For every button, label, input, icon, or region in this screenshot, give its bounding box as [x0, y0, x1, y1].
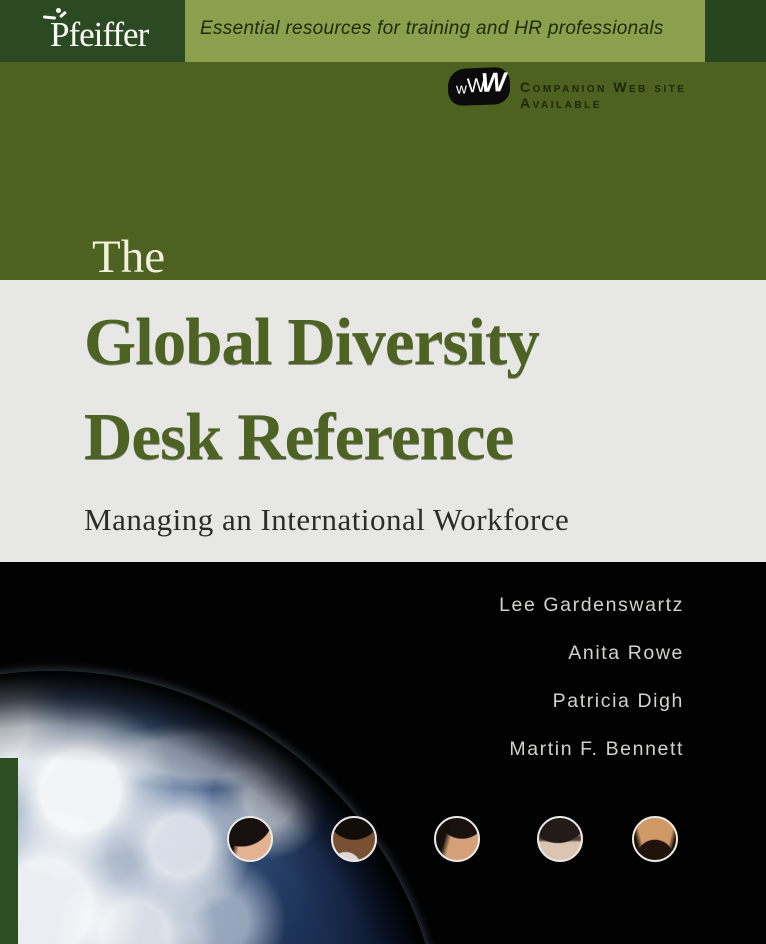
portrait-photo-1	[227, 816, 273, 862]
publisher-block: Pfeiffer	[0, 0, 185, 62]
author-name: Patricia Digh	[499, 687, 684, 735]
www-icon: w W W	[447, 67, 510, 106]
book-title-line2: Desk Reference	[84, 399, 513, 476]
book-cover: Pfeiffer Essential resources for trainin…	[0, 0, 766, 944]
top-banner: Pfeiffer Essential resources for trainin…	[0, 0, 766, 62]
author-name: Anita Rowe	[499, 639, 684, 687]
title-band: Global Diversity Desk Reference Managing…	[0, 280, 766, 562]
author-list: Lee Gardenswartz Anita Rowe Patricia Dig…	[499, 591, 684, 783]
lower-section: Lee Gardenswartz Anita Rowe Patricia Dig…	[0, 562, 766, 944]
portrait-photo-2	[331, 816, 377, 862]
olive-band: w W W Companion Web site Available The	[0, 62, 766, 280]
companion-website-label: Companion Web site Available	[520, 79, 766, 111]
portrait-photo-5	[632, 816, 678, 862]
corner-block	[705, 0, 766, 62]
portrait-photo-4	[537, 816, 583, 862]
earth-image	[0, 671, 444, 944]
www-letter: W	[480, 69, 506, 97]
green-accent-strip	[0, 758, 18, 944]
publisher-tagline: Essential resources for training and HR …	[200, 18, 700, 40]
www-letter: w	[456, 81, 467, 96]
publisher-logo: Pfeiffer	[50, 16, 148, 54]
book-title-line1: Global Diversity	[84, 304, 539, 381]
author-name: Lee Gardenswartz	[499, 591, 684, 639]
tagline-band: Essential resources for training and HR …	[185, 0, 705, 62]
title-article: The	[92, 230, 165, 284]
author-name: Martin F. Bennett	[499, 735, 684, 783]
portrait-photo-3	[434, 816, 480, 862]
book-subtitle: Managing an International Workforce	[84, 502, 569, 538]
